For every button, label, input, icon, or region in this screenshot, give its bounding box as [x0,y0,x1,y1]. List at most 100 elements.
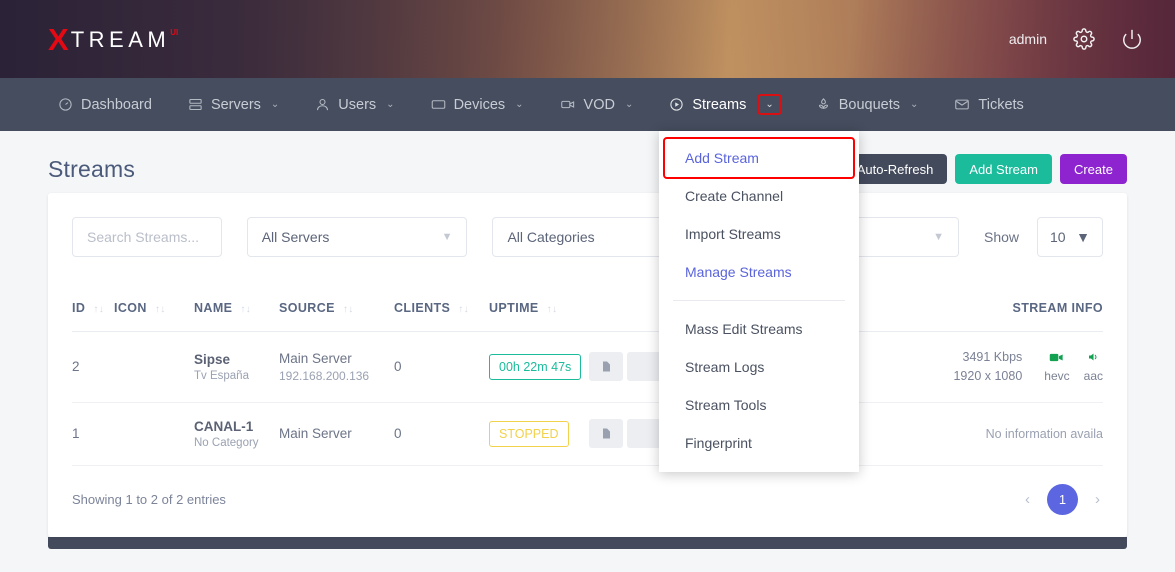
file-icon[interactable] [589,352,623,382]
video-icon [560,97,576,112]
table-row[interactable]: 2 Sipse Tv España Main Server 192.168.20… [72,331,1103,403]
streams-chevron-down-icon[interactable]: ⌄ [757,94,782,115]
streams-card: Search Streams... All Servers ▼ All Cate… [48,193,1127,537]
col-icon[interactable]: ICON ↑↓ [114,287,194,332]
chevron-down-icon: ▼ [441,231,453,243]
uptime-badge: 00h 22m 47s [489,353,582,380]
logo-superscript: UI [170,27,179,37]
audio-codec-block: aac [1084,351,1103,383]
col-name[interactable]: NAME ↑↓ [194,287,279,332]
prev-page-button[interactable]: ‹ [1022,491,1033,508]
streams-dropdown-menu: Add Stream Create Channel Import Streams… [659,131,859,472]
page-size-select[interactable]: 10 ▼ [1037,217,1104,257]
col-label: ID [72,301,86,315]
cell-icon [114,402,194,466]
power-icon[interactable] [1121,28,1143,50]
menu-item-create-channel[interactable]: Create Channel [659,177,859,215]
menu-item-add-stream[interactable]: Add Stream [663,137,855,179]
nav-label: Bouquets [838,96,901,113]
bouquet-icon [816,97,831,112]
logo-wordmark: TREAM [70,26,171,52]
admin-username[interactable]: admin [1009,31,1047,47]
chevron-down-icon[interactable]: ⌄ [625,99,633,110]
gear-icon[interactable] [1073,28,1095,50]
col-clients[interactable]: CLIENTS ↑↓ [394,287,489,332]
file-icon[interactable] [589,419,623,448]
menu-item-stream-tools[interactable]: Stream Tools [659,386,859,424]
menu-item-fingerprint[interactable]: Fingerprint [659,424,859,462]
menu-item-stream-logs[interactable]: Stream Logs [659,348,859,386]
source-name: Main Server [279,426,352,441]
server-filter-select[interactable]: All Servers ▼ [246,217,468,257]
app-window: X TREAM UI admin Dashboard Servers ⌄ Use… [0,0,1175,572]
cell-source: Main Server [279,402,394,466]
cell-uptime: STOPPED [489,402,589,466]
pagination: ‹ 1 › [1022,483,1103,515]
col-id[interactable]: ID ↑↓ [72,287,114,332]
cell-name: Sipse Tv España [194,331,279,403]
cell-id: 2 [72,331,114,403]
chevron-down-icon[interactable]: ⌄ [515,99,523,110]
col-label: STREAM INFO [1012,301,1103,315]
nav-item-users[interactable]: Users ⌄ [297,78,412,131]
stream-bitrate-resolution: 3491 Kbps 1920 x 1080 [953,348,1022,386]
table-body: 2 Sipse Tv España Main Server 192.168.20… [72,331,1103,466]
page-number-1[interactable]: 1 [1047,483,1078,515]
nav-item-servers[interactable]: Servers ⌄ [170,78,297,131]
create-button[interactable]: Create [1059,154,1127,184]
chevron-down-icon[interactable]: ⌄ [910,99,918,110]
sort-icon: ↑↓ [93,304,105,315]
server-icon [188,97,203,112]
edit-icon[interactable] [627,419,661,448]
nav-label: Streams [692,96,747,113]
play-circle-icon [669,97,684,112]
stream-name: CANAL-1 [194,418,254,434]
col-label: CLIENTS [394,301,451,315]
nav-item-streams[interactable]: Streams ⌄ [651,78,797,131]
source-name: Main Server [279,350,352,366]
cell-uptime: 00h 22m 47s [489,331,589,403]
show-label: Show [983,229,1020,245]
cell-clients: 0 [394,331,489,403]
chevron-down-icon[interactable]: ⌄ [386,99,394,110]
menu-item-import-streams[interactable]: Import Streams [659,215,859,253]
nav-item-vod[interactable]: VOD ⌄ [542,78,652,131]
col-stream-info: STREAM INFO [884,287,1103,332]
menu-item-manage-streams[interactable]: Manage Streams [659,253,859,291]
menu-item-mass-edit-streams[interactable]: Mass Edit Streams [659,310,859,348]
filters-row: Search Streams... All Servers ▼ All Cate… [72,217,1104,263]
nav-label: Dashboard [81,96,152,113]
stream-category: No Category [194,436,259,449]
video-codec-block: hevc [1044,351,1070,383]
brand-bar-right: admin [1009,28,1143,50]
nav-item-devices[interactable]: Devices ⌄ [413,78,542,131]
table-row[interactable]: 1 CANAL-1 No Category Main Server 0 STOP… [72,402,1103,466]
col-uptime[interactable]: UPTIME ↑↓ [489,287,589,332]
sort-icon: ↑↓ [458,304,470,315]
xtream-logo[interactable]: X TREAM UI [48,24,178,55]
stream-category: Tv España [194,369,249,382]
page-size-value: 10 [1050,229,1066,245]
nav-item-bouquets[interactable]: Bouquets ⌄ [798,78,937,131]
nav-label: Users [338,96,377,113]
col-source[interactable]: SOURCE ↑↓ [279,287,394,332]
main-navigation: Dashboard Servers ⌄ Users ⌄ Devices ⌄ VO… [0,78,1175,131]
nav-item-dashboard[interactable]: Dashboard [40,78,170,131]
chevron-down-icon[interactable]: ⌄ [271,99,279,110]
nav-label: Tickets [978,96,1024,113]
video-codec-label: hevc [1044,368,1070,383]
col-label: SOURCE [279,301,335,315]
nav-item-tickets[interactable]: Tickets [936,78,1041,131]
sort-icon: ↑↓ [342,304,354,315]
next-page-button[interactable]: › [1092,491,1103,508]
cell-icon [114,331,194,403]
stream-name: Sipse [194,351,231,367]
search-input[interactable]: Search Streams... [72,217,222,257]
brand-bar: X TREAM UI admin [0,0,1175,78]
speaker-icon [1084,351,1103,366]
table-header-row: ID ↑↓ ICON ↑↓ NAME ↑↓ SOURCE ↑↓ CLIENTS ↑↓ UP… [72,287,1103,332]
edit-icon[interactable] [627,352,661,382]
nav-label: VOD [583,96,615,113]
envelope-icon [954,97,970,112]
add-stream-button[interactable]: Add Stream [955,154,1052,184]
